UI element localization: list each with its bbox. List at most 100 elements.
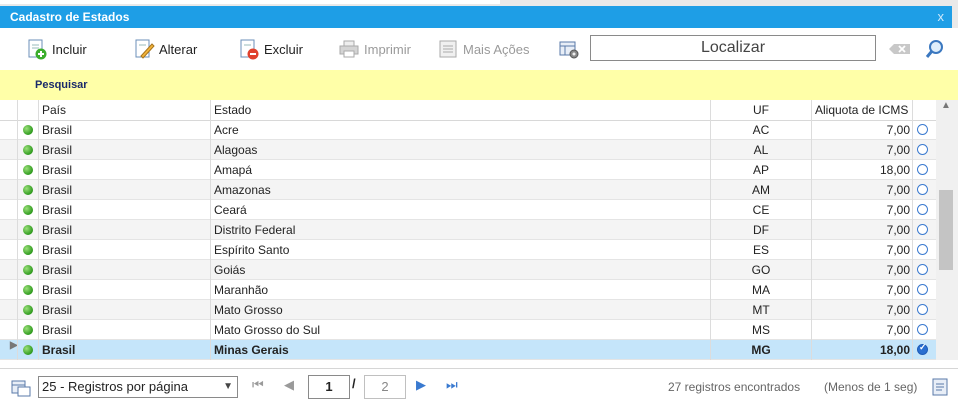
cell-pais: Brasil <box>42 123 73 137</box>
row-select-radio[interactable] <box>917 284 928 295</box>
cell-pais: Brasil <box>42 283 73 297</box>
cell-estado: Goiás <box>214 263 246 277</box>
row-select-radio[interactable] <box>917 144 928 155</box>
grid-header: País Estado UF Aliquota de ICMS <box>0 100 936 121</box>
search-input[interactable]: Localizar <box>590 35 876 61</box>
row-select-radio[interactable] <box>917 342 928 355</box>
report-icon[interactable] <box>930 376 952 398</box>
first-page-icon[interactable]: ⏮ <box>252 377 264 393</box>
chevron-down-icon: ▼ <box>223 381 233 392</box>
status-dot-icon <box>23 165 33 175</box>
status-dot-icon <box>23 325 33 335</box>
cell-pais: Brasil <box>42 143 73 157</box>
column-header-uf[interactable]: UF <box>711 100 811 120</box>
cell-estado: Mato Grosso do Sul <box>214 323 321 337</box>
delete-document-icon <box>238 38 260 60</box>
cell-aliquota: 7,00 <box>886 223 910 237</box>
last-page-icon[interactable]: ⏭ <box>446 377 458 393</box>
table-row[interactable]: Brasil Espírito Santo ES 7,00 <box>0 240 936 260</box>
scroll-up-icon[interactable]: ▲ <box>941 100 951 111</box>
records-count: 27 registros encontrados <box>668 380 801 394</box>
next-page-icon[interactable]: ▶ <box>416 377 426 393</box>
column-header-pais[interactable]: País <box>42 100 210 120</box>
row-select-radio[interactable] <box>917 164 928 175</box>
cell-pais: Brasil <box>42 183 73 197</box>
cell-estado: Distrito Federal <box>214 223 296 237</box>
cell-aliquota: 18,00 <box>879 163 910 177</box>
pesquisar-link[interactable]: Pesquisar <box>35 79 88 91</box>
row-select-radio[interactable] <box>917 184 928 195</box>
cell-pais: Brasil <box>42 203 73 217</box>
cell-uf: MS <box>752 323 770 337</box>
cell-estado: Acre <box>214 123 239 137</box>
row-select-radio[interactable] <box>917 304 928 315</box>
row-select-radio[interactable] <box>917 224 928 235</box>
status-dot-icon <box>23 225 33 235</box>
elapsed-time: (Menos de 1 seg) <box>824 380 918 394</box>
cell-aliquota: 7,00 <box>886 183 910 197</box>
table-row[interactable]: Brasil Mato Grosso do Sul MS 7,00 <box>0 320 936 340</box>
incluir-button[interactable]: Incluir <box>26 36 87 62</box>
filter-bar: Pesquisar <box>0 70 958 100</box>
cell-estado: Espírito Santo <box>214 243 290 257</box>
search-button[interactable] <box>924 36 946 62</box>
column-header-aliquota[interactable]: Aliquota de ICMS <box>815 100 915 120</box>
table-row[interactable]: Brasil Amazonas AM 7,00 <box>0 180 936 200</box>
cell-pais: Brasil <box>42 223 73 237</box>
status-dot-icon <box>23 305 33 315</box>
page-separator: / <box>352 376 356 391</box>
grid-settings-button[interactable] <box>558 36 580 62</box>
scrollbar-thumb[interactable] <box>939 190 953 270</box>
status-dot-icon <box>23 285 33 295</box>
cell-estado: Amapá <box>214 163 253 177</box>
cell-aliquota: 7,00 <box>886 283 910 297</box>
table-row[interactable]: Brasil Acre AC 7,00 <box>0 120 936 140</box>
vertical-scrollbar[interactable]: ▲ <box>936 100 958 360</box>
table-row[interactable]: ▶ Brasil Minas Gerais MG 18,00 <box>0 340 936 360</box>
cell-pais: Brasil <box>42 323 73 337</box>
row-select-radio[interactable] <box>917 204 928 215</box>
row-select-radio[interactable] <box>917 324 928 335</box>
table-row[interactable]: Brasil Goiás GO 7,00 <box>0 260 936 280</box>
current-page-input[interactable]: 1 <box>308 375 350 399</box>
close-icon[interactable]: x <box>938 9 945 24</box>
clear-search-button[interactable] <box>886 36 910 62</box>
cell-uf: MA <box>752 283 770 297</box>
cell-pais: Brasil <box>42 263 73 277</box>
status-dot-icon <box>23 265 33 275</box>
status-dot-icon <box>23 345 33 355</box>
printer-icon <box>338 38 360 60</box>
cell-aliquota: 7,00 <box>886 143 910 157</box>
table-row[interactable]: Brasil Maranhão MA 7,00 <box>0 280 936 300</box>
table-row[interactable]: Brasil Distrito Federal DF 7,00 <box>0 220 936 240</box>
cell-pais: Brasil <box>42 243 73 257</box>
previous-page-icon[interactable]: ◀ <box>284 377 294 393</box>
excluir-button[interactable]: Excluir <box>238 36 303 62</box>
export-grid-icon[interactable] <box>10 376 32 398</box>
footer-bar: 25 - Registros por página ▼ ⏮ ◀ 1 / 2 ▶ … <box>0 368 958 405</box>
total-pages: 2 <box>364 375 406 399</box>
alterar-button[interactable]: Alterar <box>133 36 197 62</box>
row-select-radio[interactable] <box>917 124 928 135</box>
table-row[interactable]: Brasil Ceará CE 7,00 <box>0 200 936 220</box>
actions-list-icon <box>437 38 459 60</box>
row-select-radio[interactable] <box>917 264 928 275</box>
page-size-select[interactable]: 25 - Registros por página ▼ <box>38 376 238 398</box>
table-row[interactable]: Brasil Amapá AP 18,00 <box>0 160 936 180</box>
cell-uf: CE <box>752 203 770 217</box>
cell-uf: AL <box>753 143 769 157</box>
cell-pais: Brasil <box>42 343 76 357</box>
edit-document-icon <box>133 38 155 60</box>
status-dot-icon <box>23 185 33 195</box>
imprimir-button[interactable]: Imprimir <box>338 36 411 62</box>
column-header-estado[interactable]: Estado <box>214 100 709 120</box>
window-titlebar: Cadastro de Estados x <box>0 0 958 28</box>
row-select-radio[interactable] <box>917 244 928 255</box>
cell-aliquota: 7,00 <box>886 203 910 217</box>
status-dot-icon <box>23 125 33 135</box>
table-row[interactable]: Brasil Mato Grosso MT 7,00 <box>0 300 936 320</box>
cell-aliquota: 18,00 <box>879 343 910 357</box>
table-row[interactable]: Brasil Alagoas AL 7,00 <box>0 140 936 160</box>
status-dot-icon <box>23 205 33 215</box>
mais-acoes-button[interactable]: Mais Ações <box>437 36 529 62</box>
